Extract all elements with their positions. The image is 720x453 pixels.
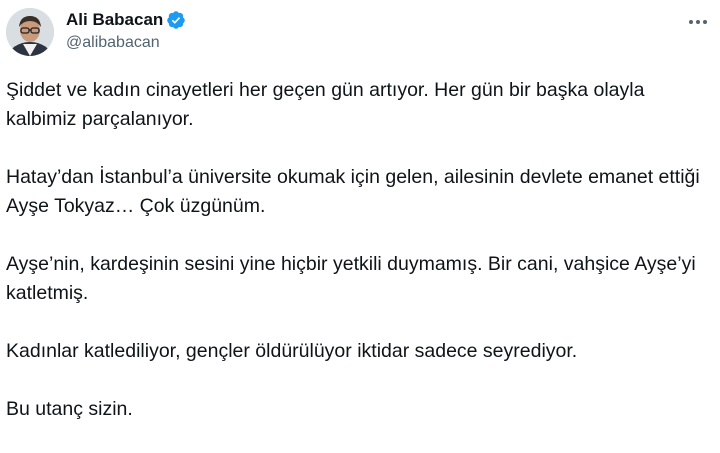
verified-badge-icon[interactable] — [166, 10, 186, 30]
more-dot — [696, 20, 700, 24]
tweet-paragraph: Hatay’dan İstanbul’a üniversite okumak i… — [6, 166, 700, 217]
tweet-paragraph: Bu utanç sizin. — [6, 398, 133, 420]
more-dot — [689, 20, 693, 24]
display-name[interactable]: Ali Babacan — [66, 9, 163, 31]
more-dot — [703, 20, 707, 24]
tweet-text: Şiddet ve kadın cinayetleri her geçen gü… — [6, 76, 718, 453]
more-horizontal-icon[interactable] — [686, 12, 710, 32]
tweet-paragraph: Ayşe’nin, kardeşinin sesini yine hiçbir … — [6, 253, 696, 304]
tweet-paragraph: Şiddet ve kadın cinayetleri her geçen gü… — [6, 79, 645, 130]
author-handle[interactable]: @alibabacan — [66, 33, 186, 53]
author-names: Ali Babacan @alibabacan — [66, 9, 186, 53]
tweet-header: Ali Babacan @alibabacan — [0, 0, 720, 64]
tweet-paragraph: Kadınlar katlediliyor, gençler öldürülüy… — [6, 340, 578, 362]
avatar[interactable] — [6, 8, 54, 56]
name-row: Ali Babacan — [66, 9, 186, 31]
